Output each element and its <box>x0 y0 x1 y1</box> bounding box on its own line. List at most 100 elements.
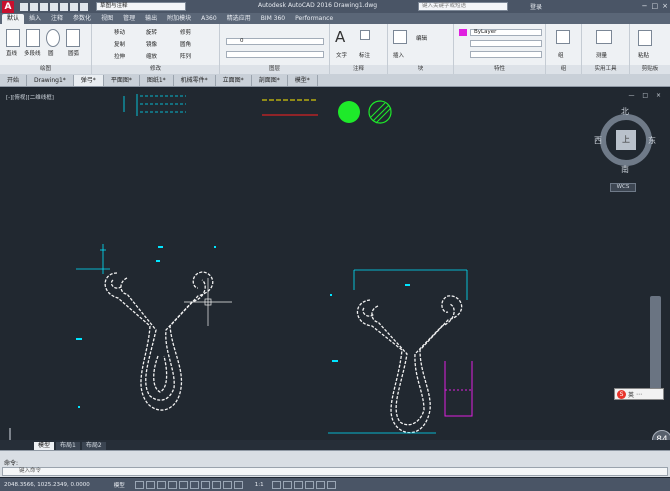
lineweight-toggle-icon[interactable] <box>200 480 210 489</box>
tab-annotate[interactable]: 注释 <box>46 14 68 24</box>
tab-a360[interactable]: A360 <box>196 14 222 24</box>
tab-parametric[interactable]: 参数化 <box>68 14 96 24</box>
copy-button[interactable]: 复制 <box>114 40 125 48</box>
search-input[interactable]: 键入关键字或短语 <box>418 2 508 11</box>
viewcube[interactable]: 上 北 南 东 西 <box>594 106 658 175</box>
save-icon[interactable] <box>40 2 48 11</box>
utilities-group-label[interactable]: 实用工具 <box>582 65 629 74</box>
osnap-toggle-icon[interactable] <box>178 480 188 489</box>
viewcube-face[interactable]: 上 <box>616 130 636 150</box>
layout-tab[interactable]: 布局2 <box>81 442 106 450</box>
selection-cycling-icon[interactable] <box>222 480 232 489</box>
color-swatch[interactable] <box>459 29 467 36</box>
arc-icon[interactable] <box>66 29 80 47</box>
file-tab-start[interactable]: 开始 <box>0 74 28 86</box>
close-icon[interactable]: × <box>662 2 668 10</box>
block-group-label[interactable]: 块 <box>388 65 453 74</box>
text-icon[interactable]: A <box>335 28 345 46</box>
otrack-toggle-icon[interactable] <box>189 480 199 489</box>
circle-icon[interactable] <box>46 29 60 47</box>
ime-mode[interactable]: 英 <box>628 390 634 399</box>
insert-block-icon[interactable] <box>393 30 407 44</box>
fillet-button[interactable]: 圆角 <box>180 40 191 48</box>
grid-toggle-icon[interactable] <box>134 480 144 489</box>
draw-group-label[interactable]: 绘图 <box>0 65 91 74</box>
measure-icon[interactable] <box>596 30 612 44</box>
tab-bim360[interactable]: BIM 360 <box>256 14 290 24</box>
array-button[interactable]: 阵列 <box>180 52 191 60</box>
transparency-toggle-icon[interactable] <box>211 480 221 489</box>
customize-icon[interactable] <box>326 480 336 489</box>
new-file-icon[interactable] <box>20 2 28 11</box>
layer-state-select[interactable] <box>226 51 324 58</box>
compass-west[interactable]: 西 <box>594 135 602 146</box>
snap-toggle-icon[interactable] <box>145 480 155 489</box>
edit-block-button[interactable]: 编辑 <box>416 34 427 42</box>
tab-performance[interactable]: Performance <box>290 14 338 24</box>
compass-north[interactable]: 北 <box>621 106 629 117</box>
tab-output[interactable]: 输出 <box>140 14 162 24</box>
file-tab[interactable]: 图纸1* <box>140 74 174 86</box>
file-tab[interactable]: Drawing1* <box>27 74 74 86</box>
compass-east[interactable]: 东 <box>648 135 656 146</box>
workspace-select[interactable]: 草图与注释 <box>96 2 186 11</box>
annotation-scale[interactable]: 1:1 <box>255 482 264 488</box>
layer-group-label[interactable]: 图层 <box>220 65 329 74</box>
dimension-icon[interactable] <box>360 30 370 40</box>
print-icon[interactable] <box>60 2 68 11</box>
group-icon[interactable] <box>556 30 570 44</box>
minimize-icon[interactable]: − <box>642 2 648 10</box>
group-group-label[interactable]: 组 <box>546 65 581 74</box>
sign-in-button[interactable]: 登录 <box>530 2 542 11</box>
save-as-icon[interactable] <box>50 2 58 11</box>
ime-toolbar[interactable]: S 英 ⋯ <box>614 388 664 400</box>
drawing-canvas[interactable]: [-][俯视][二维线框] — □ × 上 北 南 东 西 WCS S 英 ⋯ <box>0 88 670 450</box>
clipboard-group-label[interactable]: 剪贴板 <box>630 65 670 74</box>
ime-tools[interactable]: ⋯ <box>636 391 642 398</box>
linetype-select[interactable] <box>470 40 542 47</box>
file-tab[interactable]: 剖面图* <box>252 74 288 86</box>
layout-tab[interactable]: 布局1 <box>56 442 80 450</box>
dynamic-ucs-icon[interactable] <box>233 480 243 489</box>
tab-featured[interactable]: 精选应用 <box>222 14 256 24</box>
rotate-button[interactable]: 旋转 <box>146 28 157 36</box>
file-tab[interactable]: 立面图* <box>216 74 252 86</box>
file-tab[interactable]: 机械零件* <box>174 74 216 86</box>
redo-icon[interactable] <box>80 2 88 11</box>
properties-group-label[interactable]: 特性 <box>454 65 545 74</box>
tab-default[interactable]: 默认 <box>2 13 25 24</box>
workspace-switch-icon[interactable] <box>271 480 281 489</box>
open-file-icon[interactable] <box>30 2 38 11</box>
move-button[interactable]: 移动 <box>114 28 125 36</box>
layout-tab-model[interactable]: 模型 <box>34 442 55 450</box>
tab-view[interactable]: 视图 <box>96 14 118 24</box>
tab-insert[interactable]: 插入 <box>24 14 46 24</box>
ortho-toggle-icon[interactable] <box>156 480 166 489</box>
stretch-button[interactable]: 拉伸 <box>114 52 125 60</box>
isolate-objects-icon[interactable] <box>293 480 303 489</box>
model-space-toggle[interactable]: 模型 <box>114 481 125 489</box>
annotation-group-label[interactable]: 注释 <box>330 65 387 74</box>
scale-button[interactable]: 缩放 <box>146 52 157 60</box>
file-tab[interactable]: 平面图* <box>104 74 140 86</box>
modify-group-label[interactable]: 修改 <box>92 65 219 74</box>
undo-icon[interactable] <box>70 2 78 11</box>
annotation-monitor-icon[interactable] <box>282 480 292 489</box>
paste-icon[interactable] <box>638 30 652 46</box>
lineweight-select[interactable] <box>470 51 542 58</box>
app-logo[interactable]: A <box>2 0 14 13</box>
polyline-icon[interactable] <box>26 29 40 47</box>
maximize-icon[interactable]: □ <box>652 2 659 10</box>
command-input[interactable]: 键入命令 <box>2 467 668 476</box>
polar-toggle-icon[interactable] <box>167 480 177 489</box>
sogou-icon[interactable]: S <box>617 389 626 399</box>
file-tab[interactable]: 弹弓* <box>73 74 104 86</box>
compass-south[interactable]: 南 <box>621 164 629 175</box>
wcs-menu[interactable]: WCS <box>610 183 636 192</box>
trim-button[interactable]: 修剪 <box>180 28 191 36</box>
tab-addins[interactable]: 附加模块 <box>162 14 196 24</box>
hardware-acceleration-icon[interactable] <box>304 480 314 489</box>
tab-manage[interactable]: 管理 <box>118 14 140 24</box>
clean-screen-icon[interactable] <box>315 480 325 489</box>
file-tab[interactable]: 模型* <box>288 74 318 86</box>
